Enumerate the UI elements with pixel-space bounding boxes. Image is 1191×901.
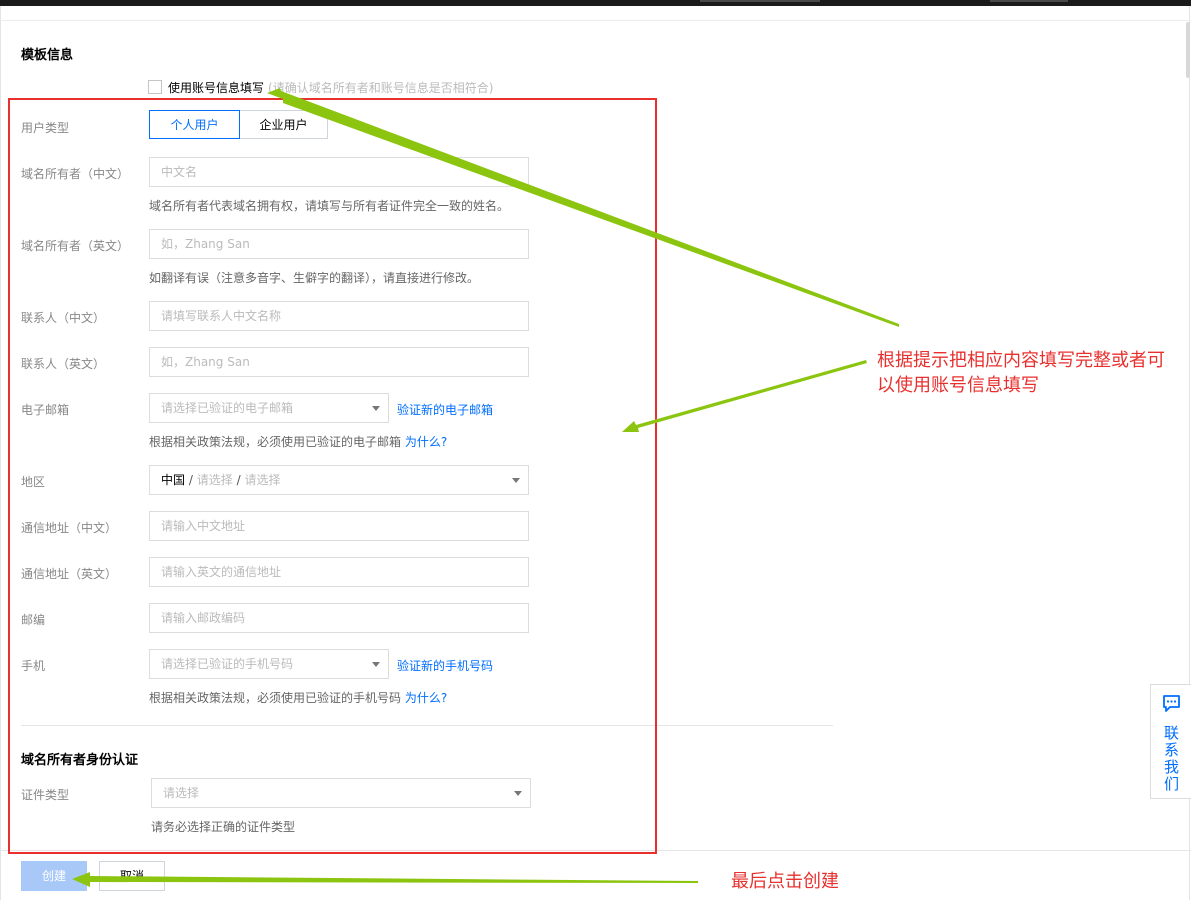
annotation-highlight-box [8, 98, 657, 854]
contact-us-label: 联系我们 [1163, 724, 1179, 793]
top-bar-tab [990, 0, 1068, 2]
contact-us-widget[interactable]: 联系我们 [1150, 684, 1191, 799]
annotation-create-hint: 最后点击创建 [731, 871, 839, 892]
top-bar-tab [700, 0, 820, 2]
use-account-info-hint: (请确认域名所有者和账号信息是否相符合) [268, 80, 494, 95]
annotation-fill-hint: 根据提示把相应内容填写完整或者可 以使用账号信息填写 [877, 348, 1165, 398]
header-divider [0, 20, 1191, 21]
scrollbar-thumb[interactable] [1186, 22, 1190, 78]
use-account-info-row[interactable]: 使用账号信息填写 (请确认域名所有者和账号信息是否相符合) [148, 78, 493, 96]
use-account-info-label: 使用账号信息填写 [168, 80, 265, 95]
use-account-info-checkbox[interactable] [148, 80, 162, 94]
annotation-fill-hint-line2: 以使用账号信息填写 [877, 375, 1039, 396]
section-title-template: 模板信息 [21, 48, 74, 63]
cancel-button[interactable]: 取消 [99, 861, 165, 891]
chat-icon [1163, 695, 1180, 712]
annotation-fill-hint-line1: 根据提示把相应内容填写完整或者可 [877, 350, 1165, 371]
create-button[interactable]: 创建 [21, 861, 87, 891]
